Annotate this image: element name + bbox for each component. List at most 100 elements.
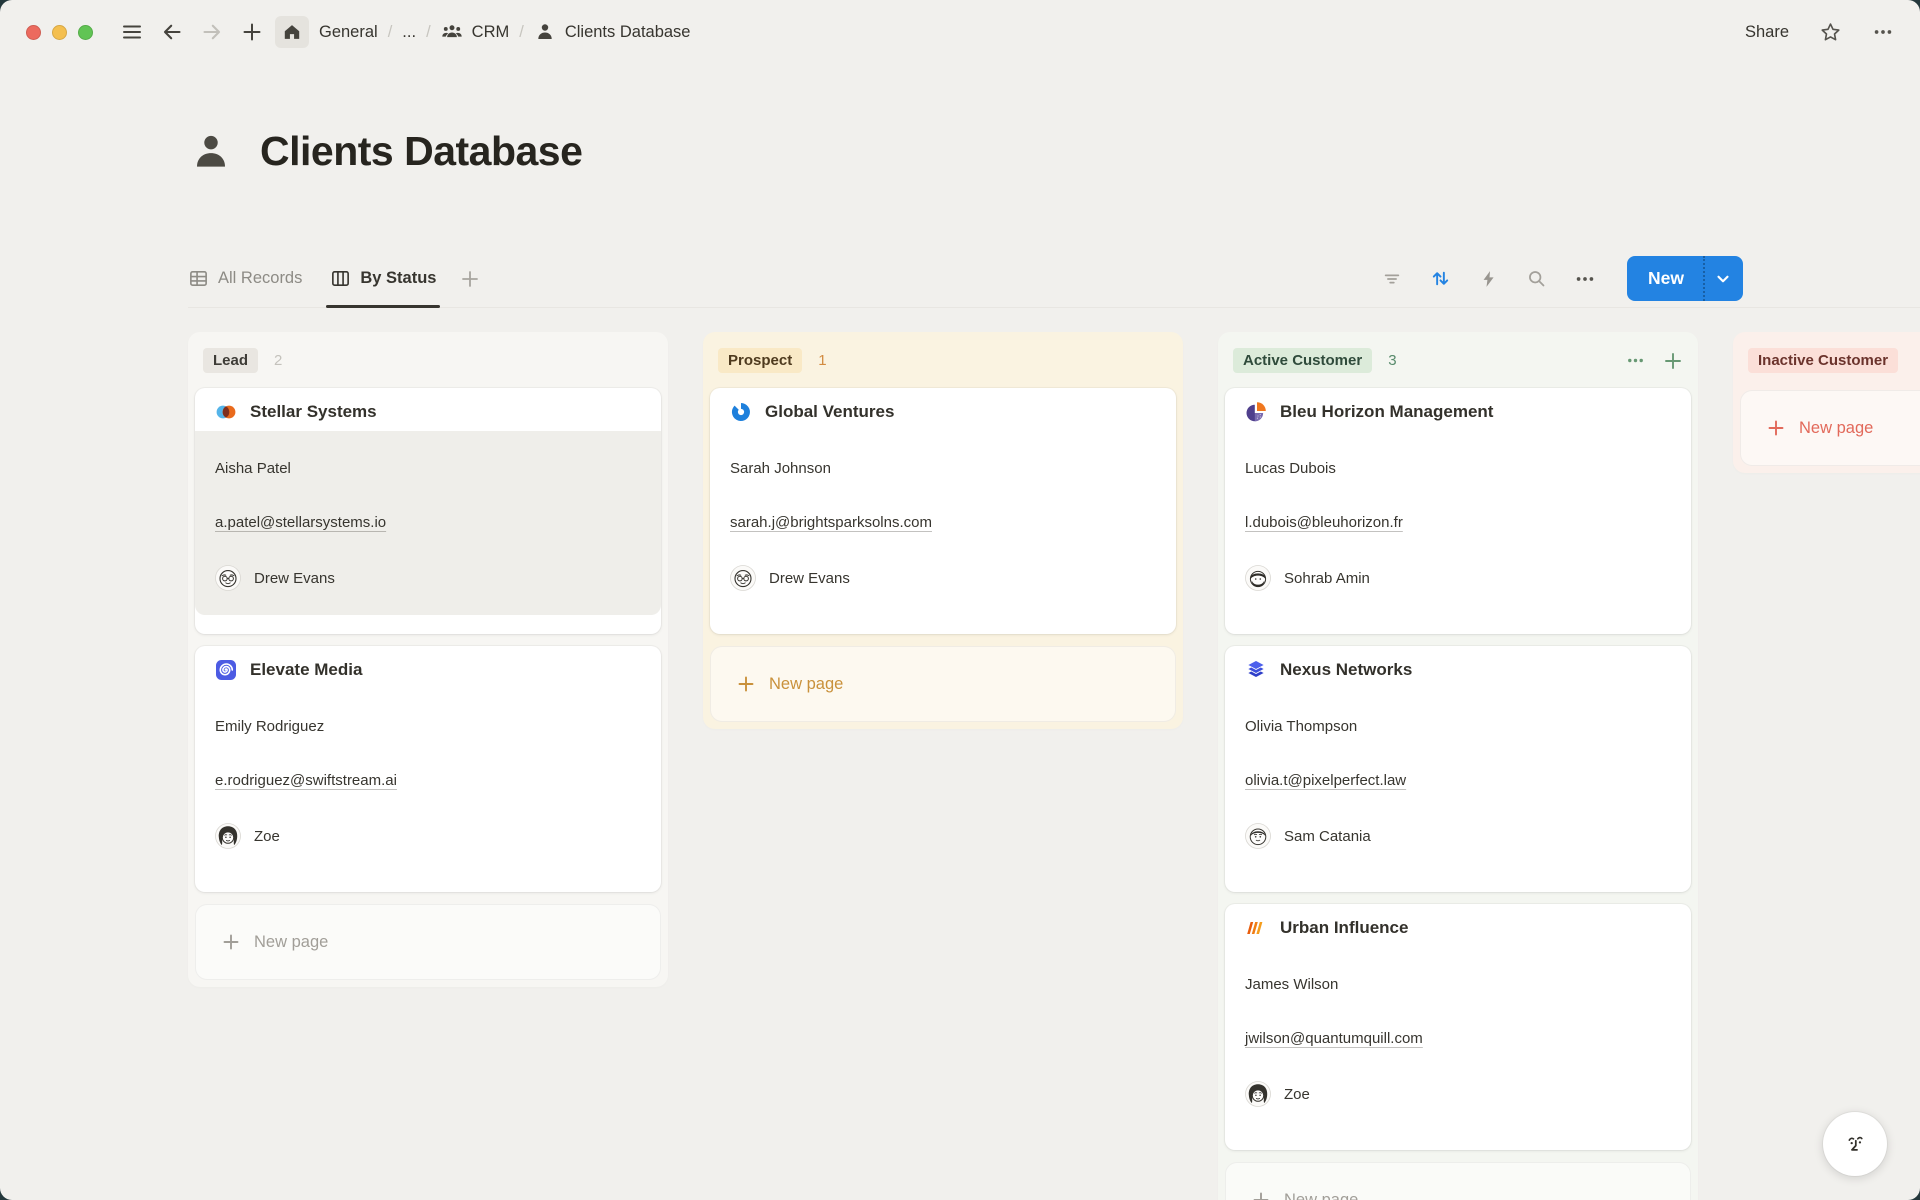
card-owner: Zoe <box>215 823 645 849</box>
card-email-link[interactable]: jwilson@quantumquill.com <box>1245 1027 1423 1051</box>
breadcrumb-separator: / <box>519 23 524 42</box>
new-button-dropdown[interactable] <box>1703 256 1743 301</box>
column-count: 1 <box>818 352 826 369</box>
column-status-pill[interactable]: Inactive Customer <box>1748 348 1898 373</box>
card-fields: Sarah Johnsonsarah.j@brightsparksolns.co… <box>710 431 1176 615</box>
card-title: Bleu Horizon Management <box>1280 402 1493 422</box>
card-title: Stellar Systems <box>250 402 377 422</box>
owner-name: Sam Catania <box>1284 828 1371 845</box>
board-column-inactive-customer: Inactive Customer New page <box>1733 332 1920 473</box>
column-header: Inactive Customer <box>1740 339 1920 388</box>
venn-circles-icon <box>215 401 237 423</box>
column-header: Lead2 <box>195 339 661 388</box>
board-card[interactable]: Stellar Systems Aisha Patel a.patel@stella… <box>195 388 661 634</box>
tab-label: By Status <box>360 269 436 288</box>
view-tabs: All Records By Status <box>188 250 436 307</box>
spiral-square-icon <box>215 659 237 681</box>
card-title: Urban Influence <box>1280 918 1408 938</box>
new-record-button[interactable]: New <box>1627 256 1743 301</box>
page-header: Clients Database <box>188 128 582 175</box>
card-email-link[interactable]: sarah.j@brightsparksolns.com <box>730 511 932 535</box>
filter-icon[interactable] <box>1382 269 1402 289</box>
people-icon <box>441 21 463 43</box>
card-fields: Lucas Duboisl.dubois@bleuhorizon.frSohra… <box>1225 431 1691 615</box>
breadcrumb-item[interactable]: CRM <box>441 21 510 43</box>
new-tab-button[interactable] <box>235 16 269 48</box>
card-email-link[interactable]: l.dubois@bleuhorizon.fr <box>1245 511 1403 535</box>
column-status-pill[interactable]: Lead <box>203 348 258 373</box>
more-options-icon[interactable] <box>1872 21 1894 43</box>
board-card[interactable]: Global VenturesSarah Johnsonsarah.j@brig… <box>710 388 1176 634</box>
avatar-drew-icon <box>730 565 756 591</box>
breadcrumb-item[interactable]: ... <box>402 23 416 42</box>
tab-all-records[interactable]: All Records <box>188 250 302 307</box>
column-header: Prospect 1 <box>710 339 1176 388</box>
view-more-icon[interactable] <box>1574 268 1596 290</box>
plus-icon <box>222 933 240 951</box>
home-button[interactable] <box>275 16 309 48</box>
column-status-pill[interactable]: Prospect <box>718 348 802 373</box>
chevron-down-icon <box>1714 270 1732 288</box>
card-title-row: Elevate Media <box>195 646 661 689</box>
breadcrumb-label: ... <box>402 23 416 42</box>
card-contact-name: Aisha Patel <box>215 457 645 481</box>
donut-notch-icon <box>730 401 752 423</box>
app-window: General/.../CRM/Clients Database Share C… <box>0 0 1920 1200</box>
new-page-button[interactable]: New page <box>195 904 661 980</box>
nav-back-button[interactable] <box>155 16 189 48</box>
close-window-button[interactable] <box>26 25 41 40</box>
card-email-link[interactable]: e.rodriguez@swiftstream.ai <box>215 769 397 793</box>
breadcrumb-item[interactable]: Clients Database <box>534 21 691 43</box>
card-title-row: Global Ventures <box>710 388 1176 431</box>
new-button-label: New <box>1627 256 1703 301</box>
sidebar-toggle-button[interactable] <box>115 16 149 48</box>
card-title: Nexus Networks <box>1280 660 1412 680</box>
card-owner: Sam Catania <box>1245 823 1675 849</box>
zoom-window-button[interactable] <box>78 25 93 40</box>
plus-icon <box>460 269 480 289</box>
board-card[interactable]: Bleu Horizon Management Lucas Duboisl.dub… <box>1225 388 1691 634</box>
titlebar: General/.../CRM/Clients Database Share <box>0 0 1920 64</box>
card-owner: Zoe <box>1245 1081 1675 1107</box>
board-card[interactable]: Nexus Networks Olivia Thompson olivia.t@pi… <box>1225 646 1691 892</box>
pie-purple-orange-icon <box>1245 401 1267 423</box>
new-page-button[interactable]: New page <box>710 646 1176 722</box>
new-page-label: New page <box>1284 1191 1358 1200</box>
add-view-button[interactable] <box>460 250 480 307</box>
new-page-button[interactable]: New page <box>1225 1162 1691 1200</box>
column-more-icon[interactable] <box>1626 351 1645 370</box>
card-contact-name: Olivia Thompson <box>1245 715 1675 739</box>
card-email-link[interactable]: a.patel@stellarsystems.io <box>215 511 386 535</box>
board-card[interactable]: Urban InfluenceJames Wilsonjwilson@quant… <box>1225 904 1691 1150</box>
breadcrumb-label: CRM <box>472 23 510 42</box>
card-owner: Sohrab Amin <box>1245 565 1675 591</box>
minimize-window-button[interactable] <box>52 25 67 40</box>
new-page-label: New page <box>1799 419 1873 438</box>
person-icon <box>534 21 556 43</box>
card-fields: Emily Rodrigueze.rodriguez@swiftstream.a… <box>195 689 661 873</box>
board-column-active-customer: Active Customer3Bleu Horizon ManagementL… <box>1218 332 1698 1200</box>
diagonal-stripes-icon <box>1245 917 1267 939</box>
board: Lead2 Stellar Systems Aisha Patel a.patel@s… <box>188 332 1920 1200</box>
breadcrumb-item[interactable]: General <box>319 23 378 42</box>
plus-icon <box>1767 419 1785 437</box>
automation-lightning-icon[interactable] <box>1479 269 1499 289</box>
search-icon[interactable] <box>1526 268 1547 289</box>
favorite-star-icon[interactable] <box>1819 21 1842 44</box>
share-button[interactable]: Share <box>1745 23 1789 42</box>
new-page-button[interactable]: New page <box>1740 390 1920 466</box>
tab-by-status[interactable]: By Status <box>330 250 436 307</box>
card-email-link[interactable]: olivia.t@pixelperfect.law <box>1245 769 1406 793</box>
ai-assistant-button[interactable] <box>1823 1112 1887 1176</box>
window-controls <box>26 25 93 40</box>
column-add-card-icon[interactable] <box>1663 351 1683 371</box>
breadcrumb-label: Clients Database <box>565 23 691 42</box>
tab-label: All Records <box>218 269 302 288</box>
avatar-sam-icon <box>1245 823 1271 849</box>
column-status-pill[interactable]: Active Customer <box>1233 348 1372 373</box>
board-card[interactable]: Elevate MediaEmily Rodrigueze.rodriguez@… <box>195 646 661 892</box>
sort-icon[interactable] <box>1429 267 1452 290</box>
card-fields: James Wilsonjwilson@quantumquill.comZoe <box>1225 947 1691 1131</box>
nav-forward-button[interactable] <box>195 16 229 48</box>
home-icon <box>283 23 301 41</box>
